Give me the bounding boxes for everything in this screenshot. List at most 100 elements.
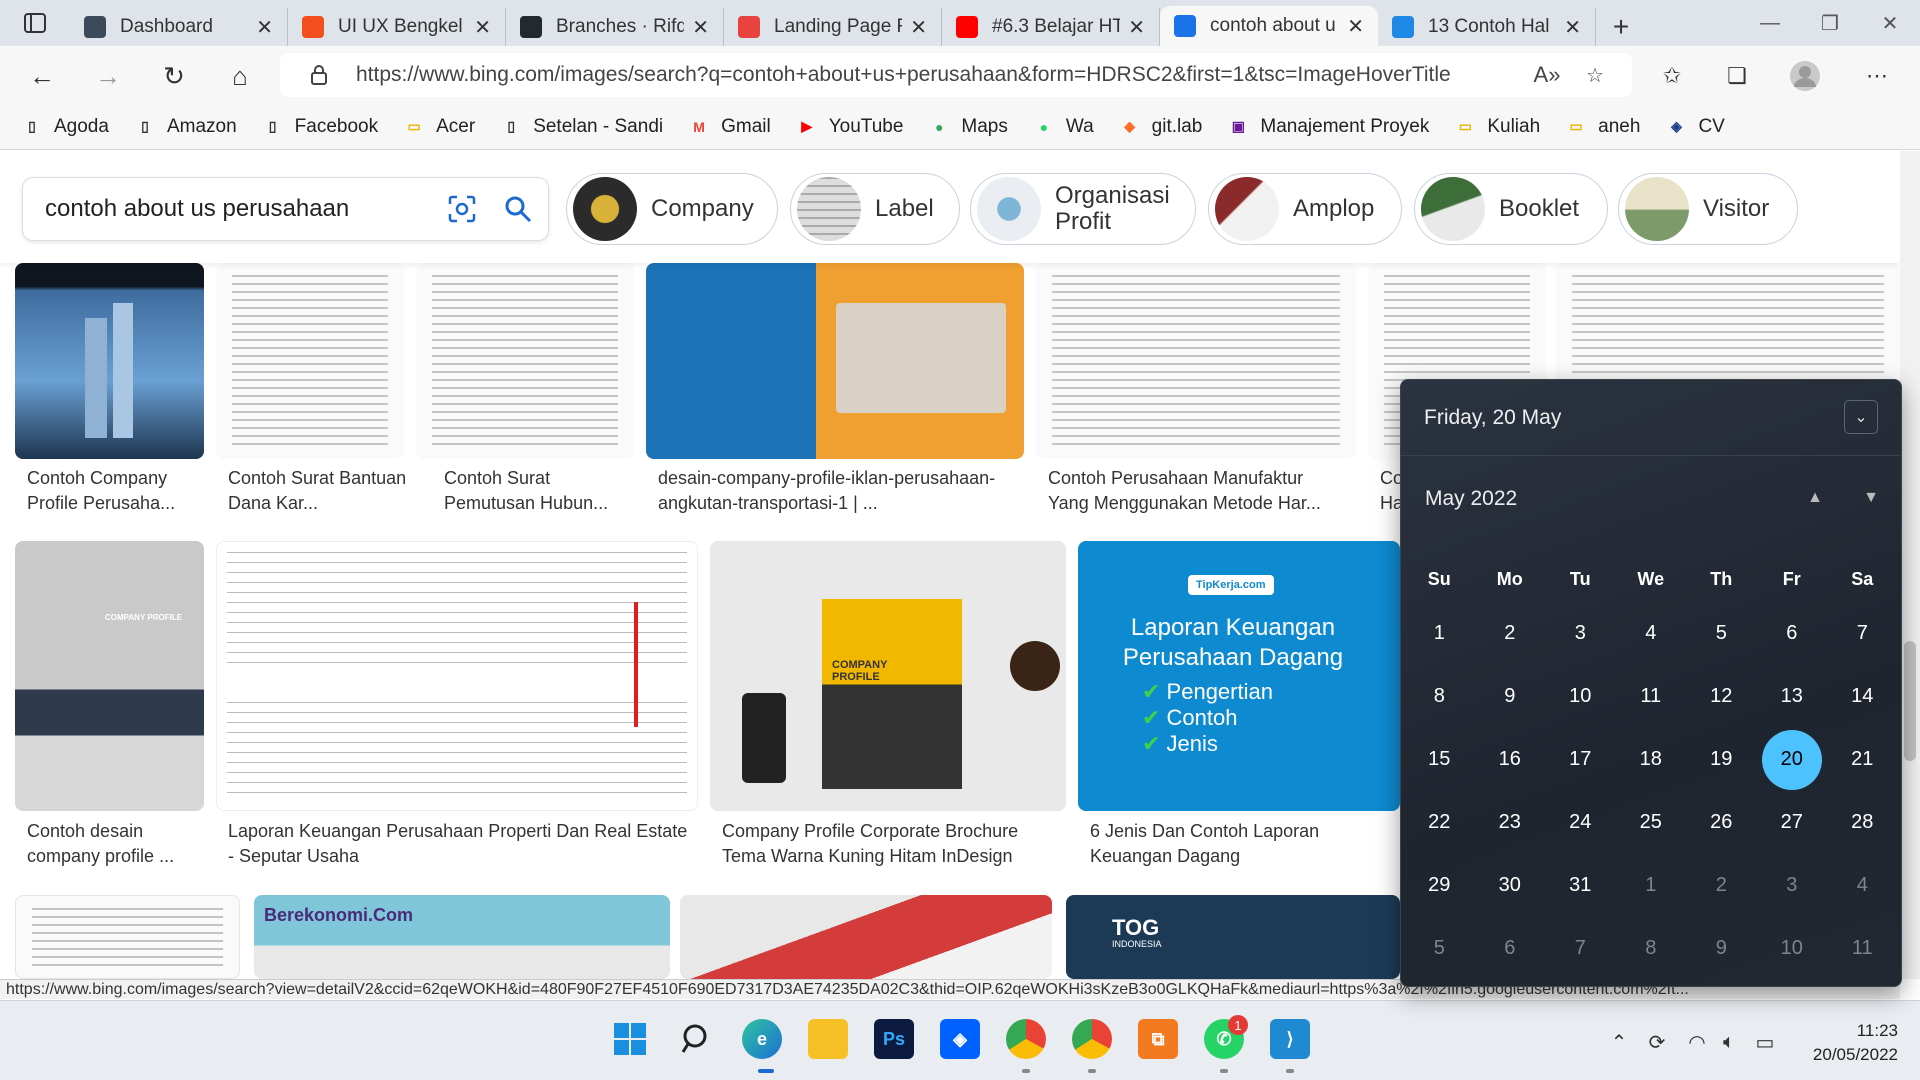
result-image[interactable]: COMPANY PROFILE 2016	[710, 541, 1066, 811]
chrome-icon[interactable]	[1006, 1019, 1046, 1059]
calendar-day[interactable]: 23	[1475, 795, 1546, 851]
calendar-day[interactable]: 8	[1404, 669, 1475, 725]
browser-tab[interactable]: Branches · Rifq ✕	[506, 8, 724, 46]
result-image[interactable]	[646, 263, 1024, 459]
calendar-day[interactable]: 6	[1475, 921, 1546, 977]
forward-button[interactable]: →	[88, 56, 128, 96]
result-caption[interactable]: Contoh Company Profile Perusaha...	[27, 466, 192, 518]
maximize-button[interactable]: ❐	[1800, 0, 1860, 46]
browser-tab[interactable]: Dashboard ✕	[70, 8, 288, 46]
calendar-day[interactable]: 25	[1616, 795, 1687, 851]
bookmark-item[interactable]: ◈ CV	[1666, 116, 1725, 138]
chip-label-item[interactable]: Label	[790, 173, 960, 245]
close-tab-icon[interactable]: ✕	[474, 15, 491, 40]
search-icon[interactable]	[501, 192, 535, 226]
bookmark-item[interactable]: ▯ Facebook	[263, 116, 378, 138]
bookmark-item[interactable]: M Gmail	[689, 116, 770, 138]
calendar-day[interactable]: 5	[1686, 606, 1757, 662]
close-tab-icon[interactable]: ✕	[256, 15, 273, 40]
calendar-day[interactable]: 9	[1475, 669, 1546, 725]
calendar-day[interactable]: 16	[1475, 732, 1546, 788]
calendar-day[interactable]: 10	[1757, 921, 1828, 977]
bookmark-item[interactable]: ▣ Manajement Proyek	[1228, 116, 1430, 138]
bandicam-icon[interactable]: ⧉	[1138, 1019, 1178, 1059]
calendar-day[interactable]: 27	[1757, 795, 1828, 851]
volume-icon[interactable]: 🔈︎	[1716, 1029, 1742, 1055]
bookmark-item[interactable]: ● Wa	[1034, 116, 1094, 138]
minimize-button[interactable]: —	[1740, 0, 1800, 46]
calendar-day[interactable]: 24	[1545, 795, 1616, 851]
result-caption[interactable]: 6 Jenis Dan Contoh Laporan Keuangan Daga…	[1090, 819, 1400, 871]
bookmark-item[interactable]: ● Maps	[929, 116, 1008, 138]
calendar-day[interactable]: 22	[1404, 795, 1475, 851]
lock-icon[interactable]	[304, 60, 334, 90]
calendar-day-today[interactable]: 20	[1757, 729, 1828, 790]
page-scrollbar[interactable]	[1900, 151, 1920, 979]
result-caption[interactable]: Contoh desain company profile ...	[27, 819, 192, 871]
calendar-day[interactable]: 26	[1686, 795, 1757, 851]
edge-icon[interactable]: e	[742, 1019, 782, 1059]
back-button[interactable]: ←	[22, 56, 62, 96]
close-tab-icon[interactable]: ✕	[1128, 15, 1145, 40]
browser-tab[interactable]: contoh about u ✕	[1160, 6, 1378, 46]
sync-icon[interactable]: ⟳	[1644, 1029, 1670, 1055]
result-caption[interactable]: Contoh Surat Pemutusan Hubun...	[444, 466, 624, 518]
calendar-day[interactable]: 3	[1545, 606, 1616, 662]
result-image[interactable]: Berekonomi.Com	[254, 895, 670, 979]
calendar-month-label[interactable]: May 2022	[1425, 487, 1517, 511]
calendar-day[interactable]: 3	[1757, 858, 1828, 914]
bookmark-item[interactable]: ▭ Kuliah	[1455, 116, 1540, 138]
result-caption[interactable]: desain-company-profile-iklan-perusahaan-…	[658, 466, 1018, 518]
result-image[interactable]	[216, 263, 404, 459]
bookmark-item[interactable]: ▭ aneh	[1566, 116, 1641, 138]
home-button[interactable]: ⌂	[220, 56, 260, 96]
battery-icon[interactable]: ▭	[1752, 1029, 1778, 1055]
dropbox-icon[interactable]: ◈	[940, 1019, 980, 1059]
calendar-day[interactable]: 5	[1404, 921, 1475, 977]
read-aloud-icon[interactable]: A»	[1532, 60, 1562, 90]
chip-visitor[interactable]: Visitor	[1618, 173, 1798, 245]
start-icon[interactable]	[610, 1019, 650, 1059]
calendar-day[interactable]: 30	[1475, 858, 1546, 914]
chevron-up-icon[interactable]: ⌃	[1606, 1029, 1632, 1055]
add-favorite-icon[interactable]: ☆	[1580, 60, 1610, 90]
favorites-icon[interactable]: ✩	[1655, 59, 1689, 93]
chip-organisasi-profit[interactable]: Organisasi Profit	[970, 173, 1196, 245]
calendar-day[interactable]: 10	[1545, 669, 1616, 725]
calendar-day[interactable]: 1	[1616, 858, 1687, 914]
browser-tab[interactable]: 13 Contoh Hal ✕	[1378, 8, 1596, 46]
tab-actions-button[interactable]	[0, 0, 70, 46]
calendar-day[interactable]: 18	[1616, 732, 1687, 788]
calendar-day[interactable]: 28	[1827, 795, 1898, 851]
profile-avatar[interactable]	[1788, 59, 1822, 93]
bookmark-item[interactable]: ◆ git.lab	[1120, 116, 1202, 138]
browser-tab[interactable]: UI UX Bengkel ✕	[288, 8, 506, 46]
more-menu-icon[interactable]: ⋯	[1860, 59, 1894, 93]
calendar-day[interactable]: 7	[1545, 921, 1616, 977]
close-tab-icon[interactable]: ✕	[910, 15, 927, 40]
vscode-icon[interactable]: ⟩	[1270, 1019, 1310, 1059]
result-caption[interactable]: Contoh Surat Bantuan Dana Kar...	[228, 466, 408, 518]
photoshop-icon[interactable]: Ps	[874, 1019, 914, 1059]
calendar-day[interactable]: 9	[1686, 921, 1757, 977]
calendar-day[interactable]: 14	[1827, 669, 1898, 725]
browser-tab[interactable]: #6.3 Belajar HT ✕	[942, 8, 1160, 46]
result-caption[interactable]: Contoh Perusahaan Manufaktur Yang Menggu…	[1048, 466, 1348, 518]
file-explorer-icon[interactable]	[808, 1019, 848, 1059]
calendar-day[interactable]: 21	[1827, 732, 1898, 788]
result-image[interactable]: COMPANY PROFILE	[15, 541, 204, 811]
calendar-day[interactable]: 4	[1827, 858, 1898, 914]
bookmark-item[interactable]: ▯ Amazon	[135, 116, 237, 138]
calendar-day[interactable]: 11	[1616, 669, 1687, 725]
result-image[interactable]	[15, 895, 240, 979]
chip-amplop[interactable]: Amplop	[1208, 173, 1402, 245]
calendar-day[interactable]: 4	[1616, 606, 1687, 662]
close-tab-icon[interactable]: ✕	[1347, 14, 1364, 39]
new-tab-button[interactable]: +	[1596, 8, 1646, 46]
scrollbar-thumb[interactable]	[1904, 641, 1916, 761]
calendar-day[interactable]: 11	[1827, 921, 1898, 977]
result-image[interactable]	[1036, 263, 1356, 459]
calendar-day[interactable]: 7	[1827, 606, 1898, 662]
close-tab-icon[interactable]: ✕	[692, 15, 709, 40]
calendar-day[interactable]: 2	[1475, 606, 1546, 662]
